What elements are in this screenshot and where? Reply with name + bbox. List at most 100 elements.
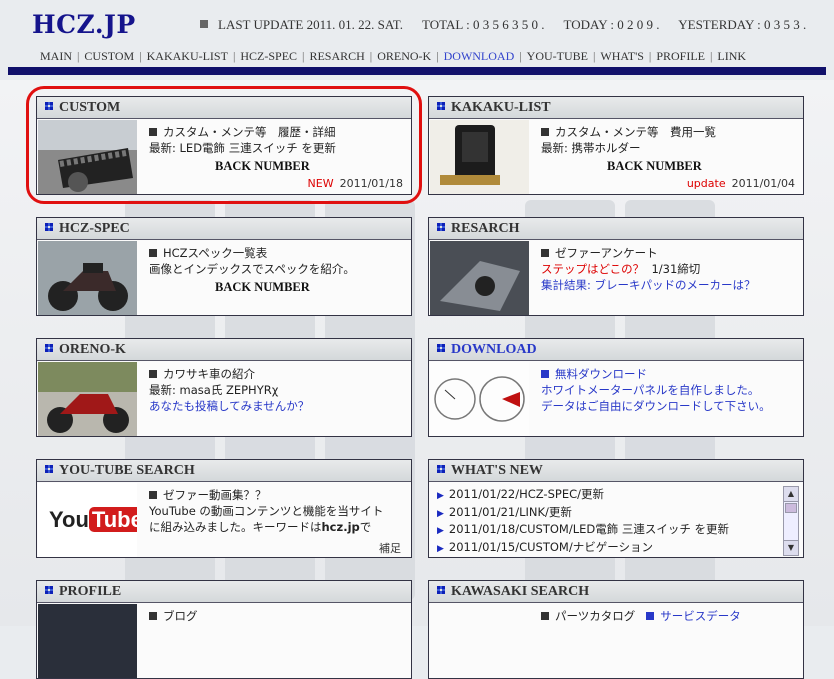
orenok-latest: 最新: masa氏 ZEPHYRχ — [149, 383, 279, 397]
header-divider — [8, 67, 826, 75]
panel-title[interactable]: WHAT'S NEW — [429, 460, 803, 482]
kakaku-latest: 最新: 携帯ホルダー — [541, 141, 641, 155]
arrow-icon: ▶ — [437, 508, 444, 519]
resarch-text: ゼファーアンケート ステップはどこの？ 1/31締切 集計結果: ブレーキパッド… — [541, 245, 756, 293]
resarch-results-link[interactable]: 集計結果: ブレーキパッドのメーカーは？ — [541, 277, 756, 293]
download-note[interactable]: データはご自由にダウンロードして下さい。 — [541, 398, 771, 414]
nav-separator: | — [369, 49, 373, 63]
nav-separator: | — [519, 49, 522, 63]
panel-youtube-search: YOU-TUBE SEARCH You Tube ゼファー動画集？？ YouTub… — [36, 459, 412, 558]
panel-title[interactable]: HCZ-SPEC — [37, 218, 411, 240]
news-item-text: 2011/01/15/CUSTOM/ナビゲーション — [448, 539, 653, 554]
bullet-icon — [200, 20, 208, 28]
nav-item-download[interactable]: DOWNLOAD — [444, 49, 515, 63]
nav-item-profile[interactable]: PROFILE — [656, 49, 705, 63]
panel-kawasaki-search: KAWASAKI SEARCH パーツカタログ サービスデータ — [428, 580, 804, 679]
nav-item-oreno-k[interactable]: ORENO-K — [377, 49, 431, 63]
kakaku-thumbnail[interactable] — [430, 120, 529, 194]
service-data-link[interactable]: サービスデータ — [660, 609, 741, 623]
site-logo[interactable]: HCZ.JP — [32, 10, 136, 39]
nav-item-kakaku-list[interactable]: KAKAKU-LIST — [147, 49, 228, 63]
scroll-down-icon[interactable]: ▼ — [784, 540, 798, 555]
panel-title[interactable]: DOWNLOAD — [429, 339, 803, 361]
news-item[interactable]: ▶ 2011/01/15/CUSTOM/ナビゲーション — [437, 540, 777, 557]
spec-thumbnail[interactable] — [38, 241, 137, 315]
news-item[interactable]: ▶ 2011/01/18/CUSTOM/LED電飾 三連スイッチ を更新 — [437, 522, 777, 540]
spec-link[interactable]: HCZスペック一覧表 — [163, 246, 267, 260]
youtube-logo[interactable]: You Tube — [38, 483, 137, 557]
news-item[interactable]: ▶ 2011/01/22/HCZ-SPEC/更新 — [437, 487, 777, 505]
nav-separator: | — [648, 49, 652, 63]
nav-item-you-tube[interactable]: YOU-TUBE — [527, 49, 588, 63]
back-number-link[interactable]: BACK NUMBER — [215, 280, 310, 295]
resarch-deadline: 1/31締切 — [651, 262, 701, 276]
panel-title[interactable]: YOU-TUBE SEARCH — [37, 460, 411, 482]
download-thumbnail[interactable] — [430, 362, 529, 436]
panel-title[interactable]: ORENO-K — [37, 339, 411, 361]
download-desc[interactable]: ホワイトメーターパネルを自作しました。 — [541, 382, 771, 398]
panel-title[interactable]: KAWASAKI SEARCH — [429, 581, 803, 603]
bullet-icon — [45, 465, 53, 473]
profile-text: ブログ — [149, 608, 198, 624]
youtube-link[interactable]: ゼファー動画集？？ — [163, 488, 267, 502]
kakaku-link[interactable]: カスタム・メンテ等 費用一覧 — [555, 125, 716, 139]
orenok-link[interactable]: カワサキ車の紹介 — [163, 367, 255, 381]
panel-oreno-k: ORENO-K カワサキ車の紹介 最新: masa氏 ZEPHYRχ あなたも投… — [36, 338, 412, 437]
nav-item-resarch[interactable]: RESARCH — [309, 49, 364, 63]
youtube-text: ゼファー動画集？？ YouTube の動画コンテンツと機能を当サイト に組み込み… — [149, 487, 383, 535]
main-nav: MAIN | CUSTOM | KAKAKU-LIST | HCZ-SPEC | RESARCH… — [40, 49, 746, 64]
nav-item-main[interactable]: MAIN — [40, 49, 72, 63]
nav-item-hcz-spec[interactable]: HCZ-SPEC — [240, 49, 297, 63]
kawasaki-text: パーツカタログ サービスデータ — [541, 608, 741, 624]
nav-separator: | — [436, 49, 439, 63]
youtube-desc2: に組み込みました。キーワードはhcz.jpで — [149, 520, 372, 534]
orenok-submit-link[interactable]: あなたも投稿してみませんか？ — [149, 398, 309, 414]
nav-item-custom[interactable]: CUSTOM — [84, 49, 134, 63]
bullet-icon — [437, 586, 445, 594]
nav-separator: | — [139, 49, 142, 63]
bullet-icon — [437, 223, 445, 231]
nav-separator: | — [710, 49, 713, 63]
resarch-link[interactable]: ゼファーアンケート — [555, 246, 658, 260]
nav-separator: | — [302, 49, 305, 63]
panel-whats-new: WHAT'S NEW ▶ 2011/01/22/HCZ-SPEC/更新 ▶ 2011/… — [428, 459, 804, 558]
highlight-circle — [26, 86, 422, 204]
site-stats: LAST UPDATE 2011. 01. 22. SAT. TOTAL : 0… — [200, 17, 806, 33]
panel-hcz-spec: HCZ-SPEC HCZスペック一覧表 画像とインデックスでスペックを紹介。 B… — [36, 217, 412, 316]
kakaku-date: update 2011/01/04 — [686, 177, 795, 190]
youtube-more-link[interactable]: 補足 — [379, 540, 401, 556]
blog-link[interactable]: ブログ — [163, 609, 198, 623]
youtube-desc1: YouTube の動画コンテンツと機能を当サイト — [149, 504, 384, 518]
parts-catalog-link[interactable]: パーツカタログ — [555, 609, 635, 623]
panel-title[interactable]: RESARCH — [429, 218, 803, 240]
back-number-link[interactable]: BACK NUMBER — [607, 159, 702, 174]
panel-title[interactable]: KAKAKU-LIST — [429, 97, 803, 119]
download-text: 無料ダウンロード ホワイトメーターパネルを自作しました。 データはご自由にダウン… — [541, 366, 771, 414]
resarch-thumbnail[interactable] — [430, 241, 529, 315]
news-item-text: 2011/01/21/LINK/更新 — [448, 504, 572, 519]
news-scrollbar[interactable]: ▲ ▼ — [783, 486, 799, 556]
scroll-up-icon[interactable]: ▲ — [784, 487, 798, 502]
download-link[interactable]: 無料ダウンロード — [555, 367, 647, 381]
scroll-thumb[interactable] — [785, 503, 797, 513]
spec-desc: 画像とインデックスでスペックを紹介。 — [149, 262, 355, 276]
profile-thumbnail[interactable] — [38, 604, 137, 678]
bullet-icon — [437, 344, 445, 352]
bullet-icon — [437, 465, 445, 473]
nav-item-what-s[interactable]: WHAT'S — [600, 49, 644, 63]
bullet-icon — [45, 344, 53, 352]
nav-item-link[interactable]: LINK — [717, 49, 746, 63]
kakaku-text: カスタム・メンテ等 費用一覧 最新: 携帯ホルダー — [541, 124, 716, 156]
yesterday-count: YESTERDAY : 0 3 5 3 . — [678, 17, 807, 32]
orenok-thumbnail[interactable] — [38, 362, 137, 436]
news-item[interactable]: ▶ 2011/01/21/LINK/更新 — [437, 505, 777, 523]
bullet-icon — [45, 586, 53, 594]
spec-text: HCZスペック一覧表 画像とインデックスでスペックを紹介。 — [149, 245, 355, 277]
update-badge: update — [686, 177, 726, 190]
panel-title[interactable]: PROFILE — [37, 581, 411, 603]
panel-download: DOWNLOAD 無料ダウンロード ホワイトメーターパネルを自作しました。 デー… — [428, 338, 804, 437]
today-count: TODAY : 0 2 0 9 . — [563, 17, 660, 32]
arrow-icon: ▶ — [437, 491, 444, 501]
resarch-question[interactable]: ステップはどこの？ — [541, 262, 644, 276]
panel-resarch: RESARCH ゼファーアンケート ステップはどこの？ 1/31締切 集計結果:… — [428, 217, 804, 316]
